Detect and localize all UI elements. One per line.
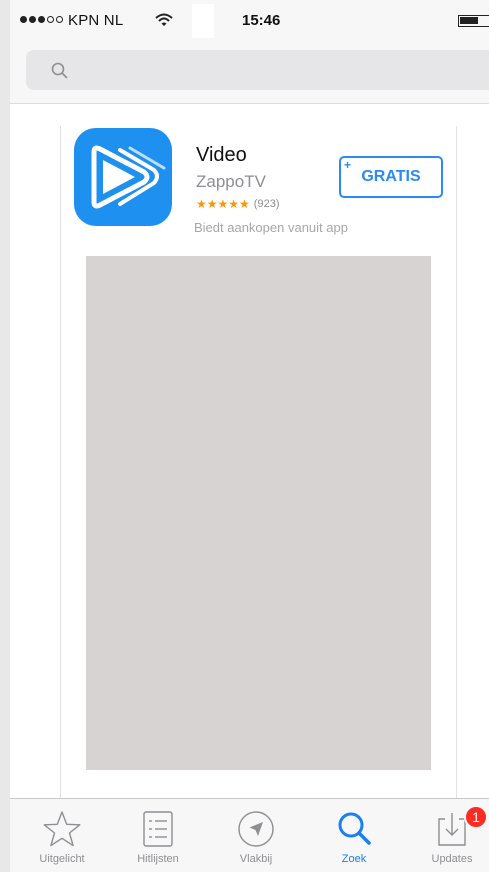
- star-icon: [43, 811, 81, 847]
- list-icon: [143, 811, 173, 847]
- search-icon: [51, 62, 68, 79]
- get-app-button[interactable]: + GRATIS: [339, 156, 443, 198]
- carrier-name: KPN NL: [68, 12, 124, 29]
- app-developer: ZappoTV: [196, 172, 266, 191]
- signal-strength-icon: [20, 16, 63, 23]
- get-button-label: GRATIS: [361, 168, 421, 185]
- tab-bar: Uitgelicht Hitlijsten Vlakbij Zoek Updat…: [10, 798, 489, 872]
- tab-label: Hitlijsten: [137, 853, 179, 865]
- app-screenshot[interactable]: [86, 256, 431, 770]
- plus-icon: +: [344, 158, 352, 172]
- tab-search[interactable]: Zoek: [304, 799, 404, 872]
- status-bar-occlusion: [192, 4, 214, 38]
- location-icon: [238, 811, 274, 847]
- search-bar: [10, 42, 489, 104]
- search-input[interactable]: [26, 50, 489, 90]
- tab-label: Vlakbij: [239, 853, 273, 865]
- rating-stars: ★★★★★: [196, 197, 250, 211]
- card-border-right: [456, 126, 457, 798]
- card-border-left: [60, 126, 61, 798]
- app-title[interactable]: Video: [196, 144, 247, 167]
- tab-featured[interactable]: Uitgelicht: [12, 799, 112, 872]
- search-results: Video ZappoTV ★★★★★ (923) Biedt aankopen…: [10, 104, 489, 798]
- play-logo-icon: [91, 145, 166, 209]
- updates-badge: 1: [464, 805, 488, 829]
- tab-updates[interactable]: Updates 1: [402, 799, 489, 872]
- in-app-purchases-note: Biedt aankopen vanuit app: [194, 220, 348, 235]
- tab-label: Updates: [431, 853, 473, 865]
- tab-charts[interactable]: Hitlijsten: [108, 799, 208, 872]
- tab-label: Zoek: [341, 853, 367, 865]
- status-bar: KPN NL 15:46: [10, 0, 489, 42]
- wifi-icon: [155, 13, 173, 26]
- tab-label: Uitgelicht: [39, 853, 85, 865]
- search-icon: [338, 812, 371, 845]
- tab-nearby[interactable]: Vlakbij: [206, 799, 306, 872]
- app-store-screen: KPN NL 15:46 Video ZappoTV ★★★★★ (923) B…: [10, 0, 489, 872]
- app-rating: ★★★★★ (923): [196, 197, 279, 211]
- app-icon[interactable]: [74, 128, 172, 226]
- battery-icon: [458, 15, 489, 27]
- rating-count: (923): [253, 198, 280, 210]
- status-time: 15:46: [242, 12, 281, 29]
